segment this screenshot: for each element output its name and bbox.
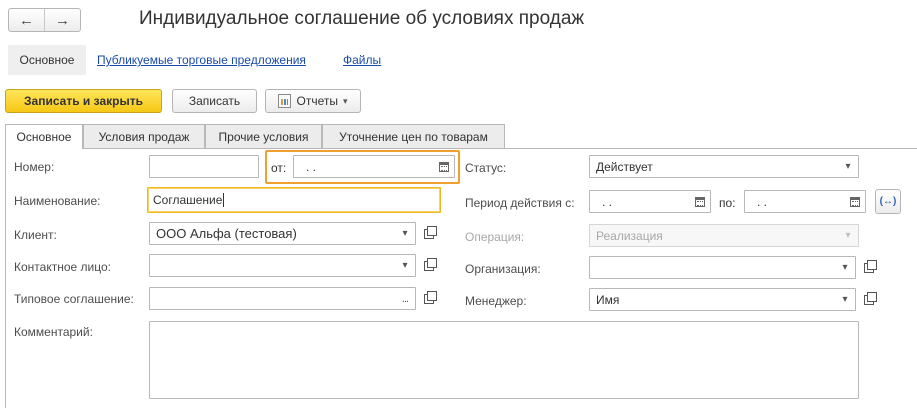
period-label: Период действия с: — [465, 196, 575, 210]
operation-label: Операция: — [465, 230, 525, 244]
select-ellipsis-icon[interactable]: ... — [395, 288, 415, 309]
open-organization-icon[interactable] — [858, 256, 880, 279]
name-label: Наименование: — [14, 194, 101, 208]
report-icon — [278, 94, 292, 108]
organization-label: Организация: — [465, 262, 541, 276]
chevron-down-icon: ▾ — [342, 95, 348, 106]
open-manager-icon[interactable] — [858, 288, 880, 311]
text-cursor — [223, 193, 225, 208]
history-nav: ← → — [8, 8, 81, 32]
typical-agreement-select[interactable]: ... — [149, 287, 416, 310]
save-button[interactable]: Записать — [172, 89, 257, 113]
calendar-icon[interactable] — [690, 191, 710, 212]
page-title: Индивидуальное соглашение об условиях пр… — [139, 8, 585, 29]
name-input[interactable]: Соглашение — [147, 187, 441, 213]
form-tab-main[interactable]: Основное — [8, 45, 86, 75]
client-value: ООО Альфа (тестовая) — [156, 226, 297, 241]
calendar-icon[interactable] — [434, 156, 454, 177]
chevron-down-icon[interactable]: ▾ — [395, 223, 415, 244]
reports-button[interactable]: Отчеты ▾ — [265, 89, 361, 113]
tab-sales-conditions[interactable]: Условия продаж — [83, 124, 205, 148]
link-published-offers[interactable]: Публикуемые торговые предложения — [97, 53, 306, 67]
open-typical-agreement-icon[interactable] — [418, 287, 440, 310]
comment-textarea[interactable] — [149, 321, 859, 399]
manager-select[interactable]: Имя ▾ — [589, 288, 856, 311]
status-value: Действует — [596, 159, 653, 174]
chevron-down-icon[interactable]: ▾ — [838, 156, 858, 177]
contact-label: Контактное лицо: — [14, 260, 111, 274]
date-value: . . — [306, 159, 317, 174]
tab-main[interactable]: Основное — [5, 124, 83, 149]
save-and-close-button[interactable]: Записать и закрыть — [5, 89, 162, 113]
date-input[interactable]: . . — [293, 155, 455, 178]
name-value: Соглашение — [153, 192, 223, 207]
status-label: Статус: — [465, 161, 507, 175]
period-to-value: . . — [757, 194, 768, 209]
tab-other-conditions[interactable]: Прочие условия — [205, 124, 322, 148]
tab-price-refinement[interactable]: Уточнение цен по товарам — [322, 124, 505, 148]
open-client-icon[interactable] — [418, 222, 440, 245]
chevron-down-icon[interactable]: ▾ — [395, 255, 415, 276]
manager-label: Менеджер: — [465, 294, 527, 308]
contact-select[interactable]: ▾ — [149, 254, 416, 277]
chevron-down-icon[interactable]: ▾ — [835, 257, 855, 278]
period-from-input[interactable]: . . — [589, 190, 711, 213]
number-input[interactable] — [149, 155, 259, 178]
organization-select[interactable]: ▾ — [589, 256, 856, 279]
period-to-label-text: по: — [719, 196, 736, 210]
typical-agreement-label: Типовое соглашение: — [14, 292, 134, 306]
open-contact-icon[interactable] — [418, 254, 440, 277]
status-select[interactable]: Действует ▾ — [589, 155, 859, 178]
comment-value — [150, 322, 858, 326]
period-select-button[interactable]: (↔) — [875, 189, 901, 214]
comment-label: Комментарий: — [14, 325, 93, 339]
calendar-icon[interactable] — [845, 191, 865, 212]
period-to-input[interactable]: . . — [744, 190, 866, 213]
reports-label: Отчеты — [296, 94, 338, 108]
operation-value: Реализация — [596, 228, 663, 243]
from-label: от: — [271, 161, 287, 175]
chevron-down-icon[interactable]: ▾ — [835, 289, 855, 310]
number-label: Номер: — [14, 160, 55, 174]
operation-select: Реализация ▾ — [589, 224, 859, 247]
forward-arrow-icon[interactable]: → — [44, 9, 80, 31]
client-label: Клиент: — [14, 228, 57, 242]
manager-value: Имя — [596, 292, 620, 307]
period-from-value: . . — [602, 194, 613, 209]
chevron-down-icon: ▾ — [845, 230, 851, 241]
link-files[interactable]: Файлы — [343, 53, 381, 67]
client-select[interactable]: ООО Альфа (тестовая) ▾ — [149, 222, 416, 245]
back-arrow-icon[interactable]: ← — [9, 9, 44, 31]
